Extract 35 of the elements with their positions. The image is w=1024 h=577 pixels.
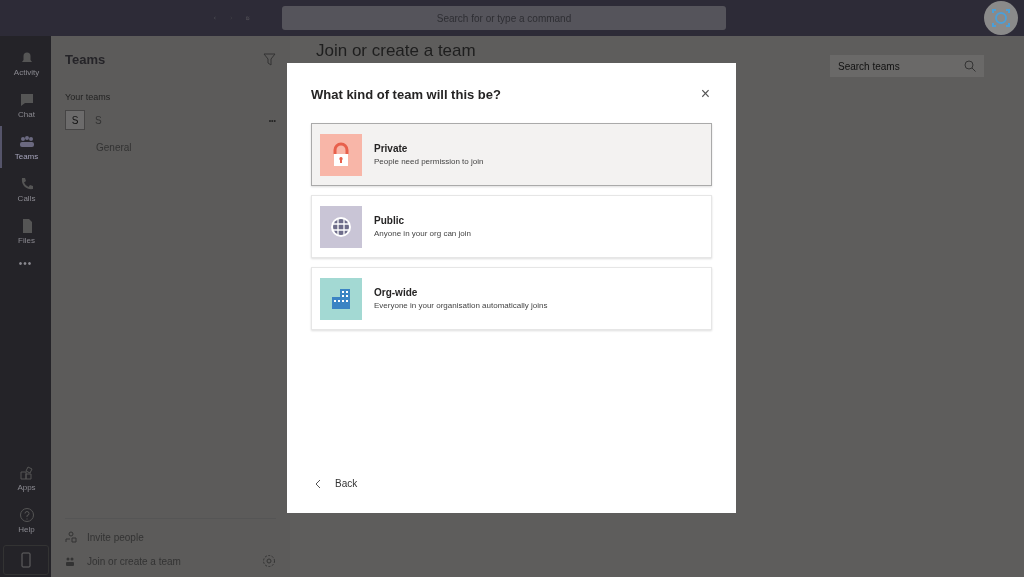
rail-item[interactable]: Calls: [0, 168, 51, 210]
team-avatar: S: [65, 110, 85, 130]
search-teams-field[interactable]: Search teams: [830, 55, 984, 77]
panel-title: Teams: [65, 51, 106, 67]
option-title: Public: [374, 215, 405, 226]
filter-icon[interactable]: [263, 52, 276, 66]
option-title: Org-wide: [374, 287, 419, 298]
rail-item[interactable]: Help: [0, 499, 51, 541]
rail-item[interactable]: Apps: [0, 457, 51, 499]
dialog-title: What kind of team will this be?: [311, 86, 501, 102]
avatar-icon[interactable]: [984, 1, 1018, 35]
chat-icon: [18, 91, 35, 108]
help-icon: [18, 506, 35, 523]
chevron-left-icon: [315, 478, 321, 489]
option-title: Private: [374, 143, 409, 154]
invite-people-icon: [65, 531, 77, 543]
settings-icon[interactable]: [262, 554, 276, 568]
option-description: Anyone in your org can join: [374, 229, 471, 238]
more-apps-button[interactable]: •••: [18, 258, 33, 269]
rail-item[interactable]: Files: [0, 210, 51, 252]
apps-icon: [18, 464, 35, 481]
team-type-option[interactable]: Private People need permission to join: [311, 123, 712, 186]
rail-item[interactable]: Activity: [0, 42, 51, 84]
option-description: People need permission to join: [374, 157, 484, 166]
teams-icon: [18, 133, 35, 150]
back-button[interactable]: Back: [311, 478, 362, 489]
mobile-device-icon[interactable]: [2, 545, 49, 575]
option-description: Everyone in your organisation automatically joins: [374, 301, 548, 310]
team-icon: [65, 555, 77, 567]
team-type-option[interactable]: Public Anyone in your org can join: [311, 195, 712, 258]
close-button[interactable]: ×: [698, 85, 712, 103]
team-type-option[interactable]: Org-wide Everyone in your organisation automatically joins: [311, 267, 712, 330]
rail-item[interactable]: Chat: [0, 84, 51, 126]
search-icon: [964, 60, 976, 72]
page-title: Join or create a team: [316, 41, 476, 61]
